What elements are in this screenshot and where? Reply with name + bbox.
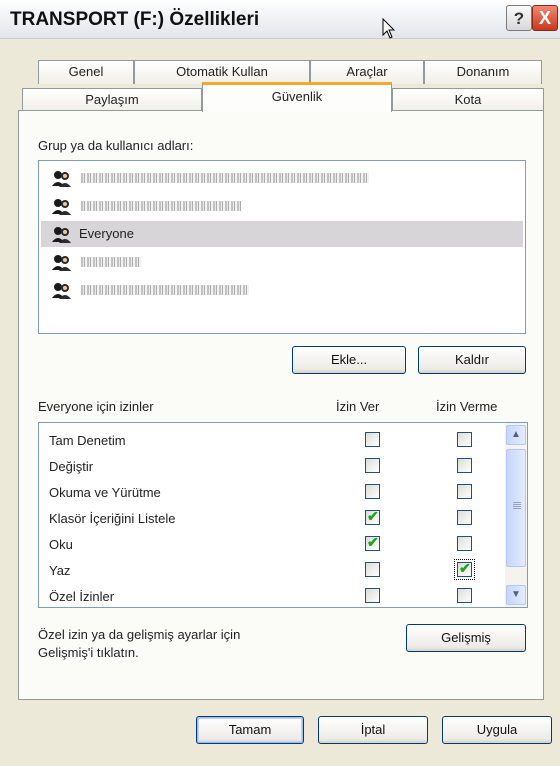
advanced-hint: Özel izin ya da gelişmiş ayarlar için Ge… [38, 627, 241, 660]
redacted-username [81, 257, 141, 267]
permission-label: Oku [49, 537, 73, 552]
list-item-selected[interactable]: Everyone [41, 221, 523, 247]
checkmark-icon: ✔ [367, 508, 379, 524]
window-title: TRANSPORT (F:) Özellikleri [10, 9, 260, 30]
tab-araclar[interactable]: Araçlar [310, 60, 424, 84]
allow-checkbox[interactable] [365, 562, 380, 577]
tab-genel[interactable]: Genel [38, 60, 134, 84]
user-name: Everyone [79, 226, 134, 241]
scroll-down-icon[interactable]: ▼ [506, 585, 526, 605]
tab-kota[interactable]: Kota [392, 88, 544, 112]
allow-checkbox[interactable] [365, 588, 380, 603]
mouse-cursor-icon [382, 18, 396, 39]
deny-checkbox[interactable] [457, 432, 472, 447]
permissions-label: Everyone için izinler [38, 399, 154, 414]
user-group-icon [52, 283, 71, 299]
add-button[interactable]: Ekle... [292, 346, 406, 374]
allow-column-header: İzin Ver [336, 399, 380, 414]
help-button[interactable]: ? [506, 5, 532, 31]
deny-checkbox[interactable] [457, 458, 472, 473]
users-label: Grup ya da kullanıcı adları: [38, 138, 194, 153]
title-bar[interactable]: TRANSPORT (F:) Özellikleri ? X [0, 0, 560, 39]
permission-row-write: Yaz ✔ [39, 557, 505, 583]
deny-checkbox[interactable] [457, 510, 472, 525]
advanced-button[interactable]: Gelişmiş [406, 624, 526, 652]
tab-donanim[interactable]: Donanım [424, 60, 542, 84]
apply-button[interactable]: Uygula [442, 716, 552, 744]
allow-checkbox-checked[interactable]: ✔ [365, 508, 380, 525]
vertical-scrollbar[interactable]: ▲ ▼ [505, 423, 527, 607]
tab-otomatik-kullan[interactable]: Otomatik Kullan [134, 60, 310, 84]
deny-checkbox-checked[interactable]: ✔ [454, 559, 475, 580]
allow-checkbox[interactable] [365, 432, 380, 447]
list-item[interactable] [41, 193, 523, 219]
allow-checkbox[interactable] [365, 484, 380, 499]
deny-checkbox[interactable] [457, 588, 472, 603]
close-button[interactable]: X [532, 5, 558, 31]
ok-button[interactable]: Tamam [196, 716, 304, 744]
permission-label: Klasör İçeriğini Listele [49, 511, 176, 526]
list-item[interactable] [41, 165, 523, 191]
remove-button[interactable]: Kaldır [418, 346, 526, 374]
deny-column-header: İzin Verme [436, 399, 498, 414]
checkmark-icon: ✔ [459, 560, 471, 576]
permission-label: Tam Denetim [49, 433, 126, 448]
permission-row-list-folder: Klasör İçeriğini Listele ✔ [39, 505, 505, 531]
permission-row-read: Oku ✔ [39, 531, 505, 557]
tab-paylasim[interactable]: Paylaşım [22, 88, 202, 112]
list-item[interactable] [41, 277, 523, 303]
user-list[interactable]: Everyone [38, 160, 526, 334]
permission-row-read-execute: Okuma ve Yürütme [39, 479, 505, 505]
permission-row-special: Özel İzinler [39, 583, 505, 607]
redacted-username [81, 285, 249, 295]
tab-guvenlik[interactable]: Güvenlik [202, 82, 392, 112]
scroll-up-icon[interactable]: ▲ [506, 425, 526, 445]
cancel-button[interactable]: İptal [318, 716, 428, 744]
redacted-username [81, 201, 241, 211]
deny-checkbox[interactable] [457, 536, 472, 551]
allow-checkbox-checked[interactable]: ✔ [365, 534, 380, 551]
user-group-icon [52, 255, 71, 271]
list-item[interactable] [41, 249, 523, 275]
permission-label: Okuma ve Yürütme [49, 485, 161, 500]
user-group-icon [52, 227, 71, 243]
permission-row-modify: Değiştir [39, 453, 505, 479]
checkmark-icon: ✔ [367, 534, 379, 550]
user-group-icon [52, 199, 71, 215]
deny-checkbox[interactable] [457, 484, 472, 499]
permission-label: Özel İzinler [49, 589, 115, 604]
allow-checkbox[interactable] [365, 458, 380, 473]
permissions-list[interactable]: Tam Denetim Değiştir Okuma ve Yürütme Kl… [38, 422, 528, 608]
permission-label: Yaz [49, 563, 71, 578]
user-group-icon [52, 171, 71, 187]
scroll-thumb[interactable] [506, 449, 526, 567]
redacted-username [81, 173, 369, 183]
permission-row-full-control: Tam Denetim [39, 427, 505, 453]
permission-label: Değiştir [49, 459, 94, 474]
